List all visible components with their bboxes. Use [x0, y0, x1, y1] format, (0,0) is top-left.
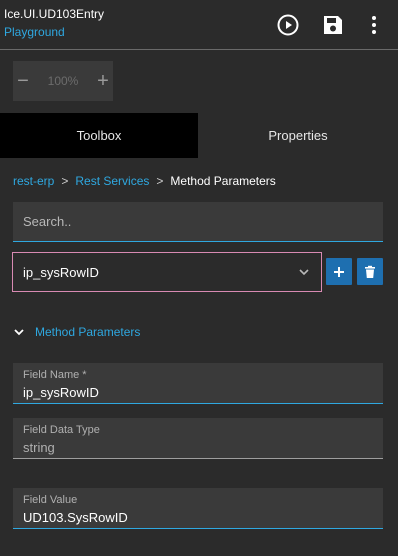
breadcrumb-item-rest-services[interactable]: Rest Services: [75, 174, 149, 188]
breadcrumb-separator: >: [61, 174, 69, 188]
method-parameters-section-header[interactable]: Method Parameters: [13, 325, 140, 339]
search-input[interactable]: [13, 202, 383, 242]
app-subtitle[interactable]: Playground: [4, 25, 65, 39]
method-select[interactable]: ip_sysRowID: [12, 252, 322, 292]
field-value-input[interactable]: Field Value UD103.SysRowID: [13, 488, 383, 529]
breadcrumb-item-rest-erp[interactable]: rest-erp: [13, 174, 54, 188]
plus-icon: [334, 266, 344, 277]
play-button[interactable]: [275, 12, 301, 38]
section-title: Method Parameters: [35, 325, 141, 339]
field-data-type-value: string: [23, 440, 55, 455]
zoom-in-button[interactable]: +: [93, 61, 113, 101]
add-button[interactable]: [326, 258, 352, 285]
field-value-label: Field Value: [23, 494, 78, 506]
tab-toolbox[interactable]: Toolbox: [0, 113, 198, 158]
app-title: Ice.UI.UD103Entry: [4, 7, 105, 21]
method-select-value: ip_sysRowID: [23, 264, 99, 280]
chevron-down-icon: [299, 269, 309, 276]
field-data-type-label: Field Data Type: [23, 424, 100, 436]
chevron-down-icon: [14, 329, 24, 336]
zoom-out-button[interactable]: −: [13, 61, 33, 101]
field-name-label: Field Name *: [23, 369, 87, 381]
trash-icon: [365, 265, 375, 278]
more-button[interactable]: [361, 12, 387, 38]
zoom-level: 100%: [47, 74, 79, 88]
breadcrumb-item-current: Method Parameters: [170, 174, 276, 188]
zoom-control: − 100% +: [13, 61, 113, 101]
field-value-value: UD103.SysRowID: [23, 510, 128, 525]
save-button[interactable]: [320, 12, 346, 38]
app-header: Ice.UI.UD103Entry Playground: [0, 0, 398, 50]
delete-button[interactable]: [357, 258, 383, 285]
breadcrumb-separator: >: [156, 174, 164, 188]
field-name-input[interactable]: Field Name * ip_sysRowID: [13, 363, 383, 404]
field-name-value: ip_sysRowID: [23, 385, 99, 400]
play-circle-icon: [277, 14, 299, 36]
breadcrumb: rest-erp > Rest Services > Method Parame…: [13, 174, 276, 188]
more-vertical-icon: [372, 16, 376, 34]
field-data-type-input[interactable]: Field Data Type string: [13, 418, 383, 459]
tab-properties[interactable]: Properties: [198, 113, 398, 158]
save-icon: [324, 16, 342, 34]
panel-tabs: Toolbox Properties: [0, 113, 398, 158]
